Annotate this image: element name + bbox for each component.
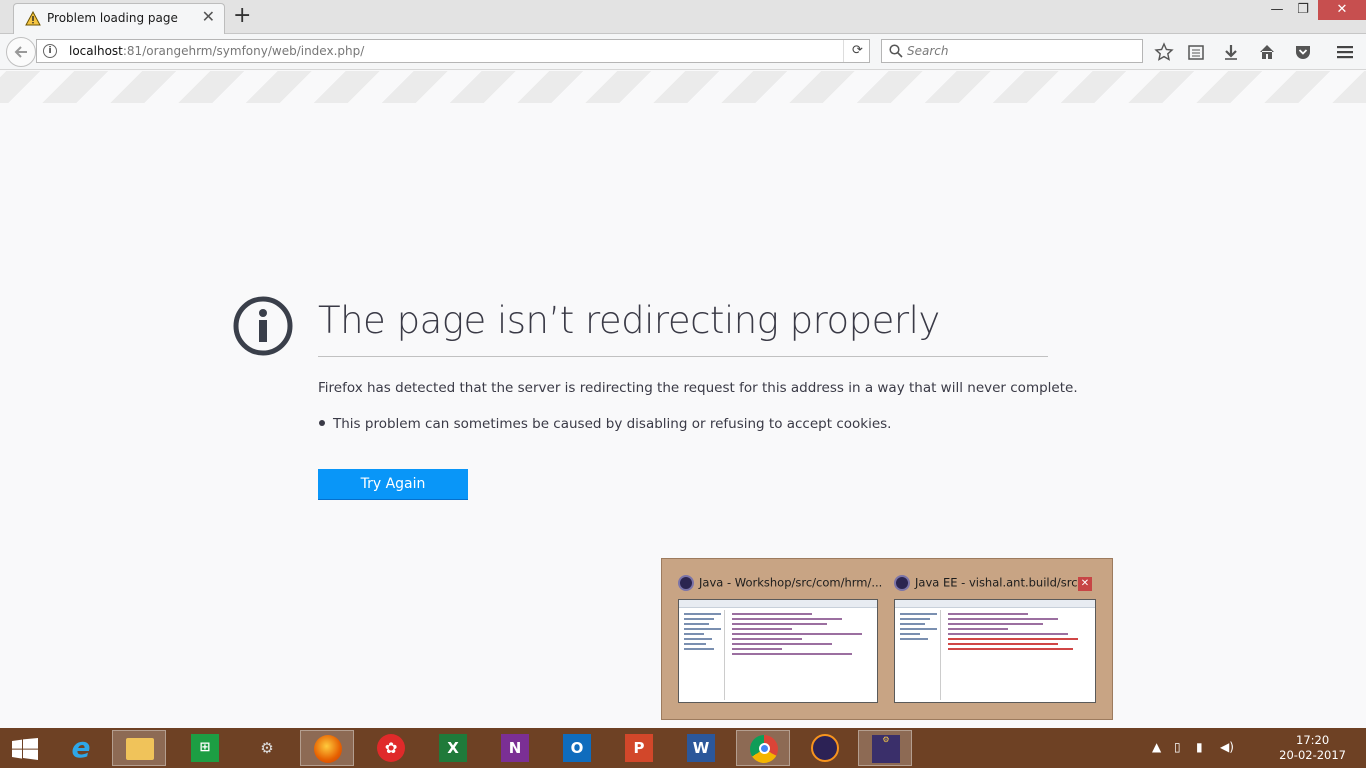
- thumbnail-title-text: Java - Workshop/src/com/hrm/...: [699, 575, 883, 590]
- taskbar-chrome[interactable]: [736, 730, 790, 766]
- pocket-icon[interactable]: [1293, 42, 1313, 62]
- taskbar-firefox[interactable]: [300, 730, 354, 766]
- taskbar: e ⊞ ⚙ ✿ X N O P W ⚙ ▲ ▯ ▮ ◀) 17:20 20-02…: [0, 728, 1366, 768]
- remote-desktop-icon: ⚙: [260, 739, 274, 757]
- thumbnail-preview: [894, 599, 1096, 703]
- bookmarks-menu-icon[interactable]: [1186, 42, 1206, 62]
- network-signal-icon[interactable]: ▮: [1196, 740, 1203, 754]
- bullet-dot: [319, 420, 325, 426]
- thumbnail-java-workshop[interactable]: Java - Workshop/src/com/hrm/...: [672, 569, 882, 703]
- eclipse-icon: [811, 734, 839, 762]
- tab-close-icon[interactable]: ✕: [202, 9, 215, 25]
- thumbnail-title-text: Java EE - vishal.ant.build/src...: [915, 575, 1089, 590]
- firefox-icon: [314, 735, 342, 763]
- internet-explorer-icon: e: [71, 731, 91, 764]
- app-icon: ✿: [377, 734, 405, 762]
- taskbar-eclipse[interactable]: [798, 730, 852, 766]
- back-arrow-icon: [14, 46, 27, 58]
- system-tray: ▲ ▯ ▮ ◀) 17:20 20-02-2017: [1152, 728, 1366, 768]
- outlook-icon: O: [563, 734, 591, 762]
- battery-icon[interactable]: ▯: [1174, 740, 1181, 754]
- taskbar-eclipse-ee[interactable]: ⚙: [858, 730, 912, 766]
- tray-overflow-icon[interactable]: ▲: [1152, 740, 1161, 754]
- try-again-button[interactable]: Try Again: [318, 469, 468, 500]
- eclipse-icon: [894, 575, 910, 591]
- eclipse-ee-icon: ⚙: [872, 735, 900, 763]
- file-explorer-icon: [126, 738, 154, 760]
- word-icon: W: [687, 734, 715, 762]
- search-bar[interactable]: Search: [881, 39, 1143, 63]
- taskbar-word[interactable]: W: [674, 730, 728, 766]
- minimize-button[interactable]: —: [1264, 0, 1290, 20]
- url-bar[interactable]: i localhost:81/orangehrm/symfony/web/ind…: [36, 39, 870, 63]
- clock-time: 17:20: [1296, 733, 1330, 747]
- url-path: :81/orangehrm/symfony/web/index.php/: [122, 44, 365, 58]
- taskbar-onenote[interactable]: N: [488, 730, 542, 766]
- info-icon[interactable]: i: [43, 44, 57, 58]
- taskbar-thumbnail-popup: Java - Workshop/src/com/hrm/... Java EE …: [661, 558, 1113, 720]
- clock[interactable]: 17:20 20-02-2017: [1279, 733, 1346, 763]
- hamburger-menu-icon[interactable]: [1335, 42, 1355, 62]
- excel-icon: X: [439, 734, 467, 762]
- eclipse-icon: [678, 575, 694, 591]
- back-button[interactable]: [6, 37, 36, 67]
- store-icon: ⊞: [191, 734, 219, 762]
- taskbar-store[interactable]: ⊞: [178, 730, 232, 766]
- restore-button[interactable]: ❐: [1290, 0, 1316, 20]
- windows-start-icon: [12, 738, 38, 760]
- error-bullet-text: This problem can sometimes be caused by …: [333, 416, 892, 432]
- start-button[interactable]: [0, 730, 54, 766]
- taskbar-outlook[interactable]: O: [550, 730, 604, 766]
- new-tab-button[interactable]: +: [233, 4, 251, 28]
- url-host: localhost: [69, 44, 123, 58]
- taskbar-file-explorer[interactable]: [112, 730, 166, 766]
- window-close-button[interactable]: ✕: [1318, 0, 1366, 20]
- tab-problem-loading[interactable]: Problem loading page ✕: [13, 3, 225, 34]
- warning-stripes: [0, 71, 1366, 103]
- volume-icon[interactable]: ◀): [1220, 740, 1234, 754]
- thumbnail-title: Java - Workshop/src/com/hrm/...: [678, 575, 882, 591]
- taskbar-remote-desktop[interactable]: ⚙: [240, 730, 294, 766]
- search-placeholder: Search: [907, 44, 949, 58]
- search-icon: [889, 44, 903, 58]
- thumbnail-preview: [678, 599, 878, 703]
- error-title: The page isn’t redirecting properly: [318, 299, 940, 342]
- onenote-icon: N: [501, 734, 529, 762]
- bookmark-star-icon[interactable]: [1154, 42, 1174, 62]
- warning-icon: [25, 11, 41, 26]
- thumbnail-java-ee[interactable]: Java EE - vishal.ant.build/src... ✕: [888, 569, 1098, 703]
- url-text: localhost:81/orangehrm/symfony/web/index…: [69, 44, 364, 58]
- tab-title: Problem loading page: [47, 11, 178, 25]
- reload-icon[interactable]: ⟳: [843, 40, 871, 62]
- downloads-icon[interactable]: [1221, 42, 1241, 62]
- thumbnail-close-icon[interactable]: ✕: [1078, 577, 1092, 591]
- powerpoint-icon: P: [625, 734, 653, 762]
- tab-strip: Problem loading page ✕ + — ❐ ✕: [0, 0, 1366, 34]
- taskbar-excel[interactable]: X: [426, 730, 480, 766]
- nav-bar: i localhost:81/orangehrm/symfony/web/ind…: [0, 34, 1366, 70]
- chrome-icon: [750, 735, 778, 763]
- taskbar-internet-explorer[interactable]: e: [54, 730, 108, 766]
- clock-date: 20-02-2017: [1279, 748, 1346, 762]
- title-divider: [318, 356, 1048, 357]
- taskbar-app[interactable]: ✿: [364, 730, 418, 766]
- error-description: Firefox has detected that the server is …: [318, 380, 1078, 396]
- home-icon[interactable]: [1257, 42, 1277, 62]
- thumbnail-title: Java EE - vishal.ant.build/src...: [894, 575, 1089, 591]
- taskbar-powerpoint[interactable]: P: [612, 730, 666, 766]
- info-circle-icon: [233, 296, 293, 356]
- error-bullet: This problem can sometimes be caused by …: [318, 416, 891, 432]
